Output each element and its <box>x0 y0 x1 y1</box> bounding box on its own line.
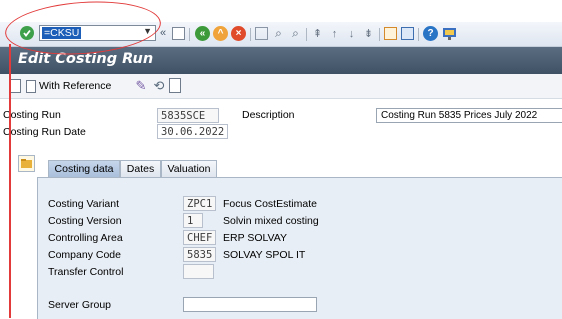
first-page-icon[interactable]: ⇞ <box>311 27 324 40</box>
tab-overview-icon[interactable] <box>18 155 35 172</box>
separator <box>250 28 251 41</box>
last-page-icon[interactable]: ⇟ <box>362 27 375 40</box>
server-group-field[interactable] <box>183 297 317 312</box>
costing-variant-label: Costing Variant <box>48 198 120 210</box>
back-icon[interactable]: « <box>195 26 210 41</box>
separator <box>306 28 307 41</box>
server-group-label: Server Group <box>48 299 112 311</box>
customize-layout-icon[interactable] <box>442 26 457 41</box>
tab-valuation[interactable]: Valuation <box>161 160 217 177</box>
costing-run-field[interactable]: 5835SCE <box>157 108 219 123</box>
description-field[interactable]: Costing Run 5835 Prices July 2022 <box>376 108 562 123</box>
previous-page-icon[interactable]: ↑ <box>328 27 341 40</box>
controlling-area-label: Controlling Area <box>48 232 123 244</box>
help-icon[interactable]: ? <box>423 26 438 41</box>
other-object-icon[interactable]: ⟲ <box>152 78 166 93</box>
separator <box>379 28 380 41</box>
tab-valuation-label: Valuation <box>167 163 211 175</box>
costing-variant-text: Focus CostEstimate <box>223 198 317 210</box>
controlling-area-field[interactable]: CHEF <box>183 230 216 245</box>
costing-run-label: Costing Run <box>3 109 61 121</box>
tab-costing-data[interactable]: Costing data <box>48 160 120 177</box>
costing-data-panel: Costing Variant ZPC1 Focus CostEstimate … <box>37 177 562 319</box>
find-next-icon[interactable]: ⌕ <box>289 26 302 40</box>
company-code-label: Company Code <box>48 249 121 261</box>
separator <box>189 28 190 41</box>
annotation-line <box>9 44 11 318</box>
cancel-icon[interactable]: × <box>231 26 246 41</box>
controlling-area-text: ERP SOLVAY <box>223 232 287 244</box>
costing-version-text: Solvin mixed costing <box>223 215 319 227</box>
application-toolbar: With Reference ✎ ⟲ <box>0 74 562 99</box>
find-icon[interactable]: ⌕ <box>272 26 285 40</box>
costing-run-date-label: Costing Run Date <box>3 126 86 138</box>
document-icon <box>26 79 36 93</box>
tab-costing-data-label: Costing data <box>54 163 114 175</box>
with-reference-button[interactable]: With Reference <box>26 77 111 95</box>
tab-dates-label: Dates <box>126 163 155 175</box>
company-code-field[interactable]: 5835 <box>183 247 216 262</box>
new-session-icon[interactable] <box>384 27 397 40</box>
costing-run-date-field[interactable]: 30.06.2022 <box>157 124 228 139</box>
company-code-text: SOLVAY SPOL IT <box>223 249 306 261</box>
new-document-icon[interactable] <box>10 79 21 93</box>
with-reference-label: With Reference <box>39 80 112 92</box>
separator <box>418 28 419 41</box>
exit-icon[interactable]: ^ <box>213 26 228 41</box>
shortcut-icon[interactable] <box>401 27 414 40</box>
transfer-control-label: Transfer Control <box>48 266 124 278</box>
next-page-icon[interactable]: ↓ <box>345 27 358 40</box>
transfer-control-field[interactable] <box>183 264 214 279</box>
tab-dates[interactable]: Dates <box>120 160 161 177</box>
costing-version-label: Costing Version <box>48 215 122 227</box>
costing-variant-field[interactable]: ZPC1 <box>183 196 216 211</box>
clipboard-icon[interactable] <box>169 78 181 93</box>
display-change-icon[interactable]: ✎ <box>134 78 148 93</box>
print-icon[interactable] <box>255 27 268 40</box>
save-icon[interactable] <box>172 27 185 40</box>
description-label: Description <box>242 109 295 121</box>
costing-version-field[interactable]: 1 <box>183 213 203 228</box>
